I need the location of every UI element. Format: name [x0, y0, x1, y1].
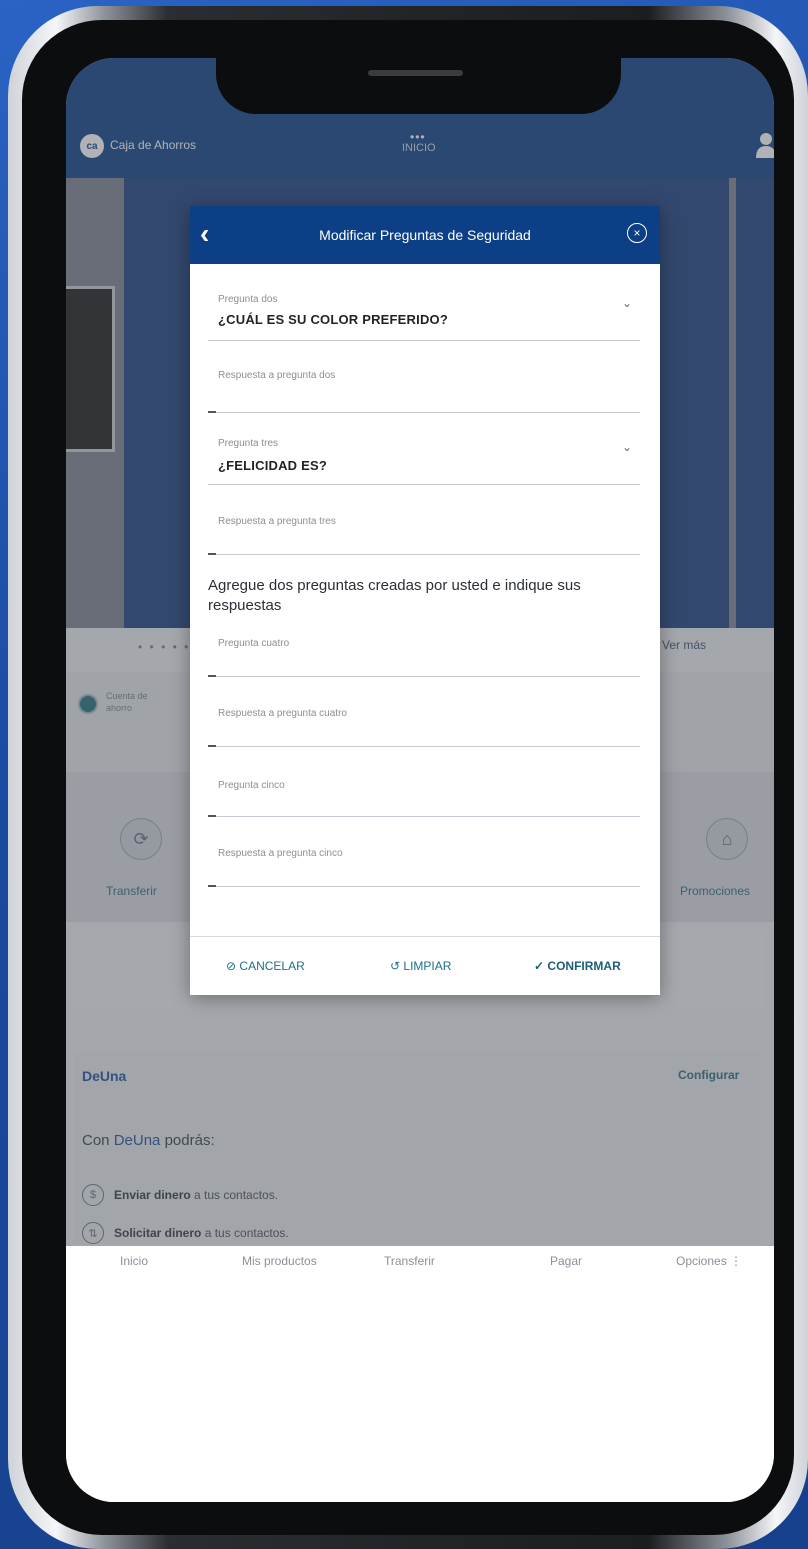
nav-opciones[interactable]: Opciones ⋮ [676, 1254, 742, 1268]
answer-two-input[interactable]: Respuesta a pregunta dos [218, 370, 335, 381]
nav-mis-productos[interactable]: Mis productos [242, 1254, 317, 1268]
cancel-icon: ⊘ [226, 959, 237, 973]
nav-transferir[interactable]: Transferir [384, 1254, 435, 1268]
undo-icon: ↺ [390, 959, 401, 973]
question-five-input[interactable]: Pregunta cinco [218, 780, 285, 791]
notch [216, 58, 621, 114]
confirm-button[interactable]: ✓ CONFIRMAR [534, 959, 621, 973]
answer-four-input[interactable]: Respuesta a pregunta cuatro [218, 708, 347, 719]
question-two-underline [208, 340, 640, 341]
answer-three-input[interactable]: Respuesta a pregunta tres [218, 516, 336, 527]
question-four-underline [208, 675, 640, 677]
modal-title: Modificar Preguntas de Seguridad [319, 227, 531, 243]
close-icon[interactable]: × [627, 223, 647, 243]
question-three-underline [208, 484, 640, 485]
phone-screen: ca Caja de Ahorros ••• INICIO • • • • • … [66, 58, 774, 1502]
question-two-select[interactable]: ¿CUÁL ES SU COLOR PREFERIDO? [218, 312, 448, 327]
question-five-underline [208, 815, 640, 817]
clear-label: LIMPIAR [403, 959, 452, 973]
answer-five-input[interactable]: Respuesta a pregunta cinco [218, 848, 343, 859]
custom-questions-heading: Agregue dos preguntas creadas por usted … [208, 577, 581, 614]
modal-footer: ⊘ CANCELAR ↺ LIMPIAR ✓ CONFIRMAR [190, 936, 660, 995]
cancel-button[interactable]: ⊘ CANCELAR [226, 959, 305, 973]
nav-inicio[interactable]: Inicio [120, 1254, 148, 1268]
answer-two-underline [208, 411, 640, 413]
bottom-nav [66, 1246, 774, 1502]
answer-five-underline [208, 885, 640, 887]
modal-header: ‹ Modificar Preguntas de Seguridad × [190, 206, 660, 264]
question-two-label: Pregunta dos [218, 294, 278, 305]
question-three-label: Pregunta tres [218, 438, 279, 449]
chevron-down-icon[interactable]: ⌄ [622, 296, 632, 310]
question-four-input[interactable]: Pregunta cuatro [218, 638, 289, 649]
check-icon: ✓ [534, 959, 545, 973]
clear-button[interactable]: ↺ LIMPIAR [390, 959, 451, 973]
question-three-select[interactable]: ¿FELICIDAD ES? [218, 458, 327, 473]
security-questions-modal: ‹ Modificar Preguntas de Seguridad × Pre… [190, 206, 660, 995]
nav-pagar[interactable]: Pagar [550, 1254, 582, 1268]
answer-three-underline [208, 553, 640, 555]
cancel-label: CANCELAR [239, 959, 305, 973]
chevron-down-icon[interactable]: ⌄ [622, 440, 632, 454]
speaker [368, 70, 463, 76]
answer-four-underline [208, 745, 640, 747]
confirm-label: CONFIRMAR [547, 959, 621, 973]
